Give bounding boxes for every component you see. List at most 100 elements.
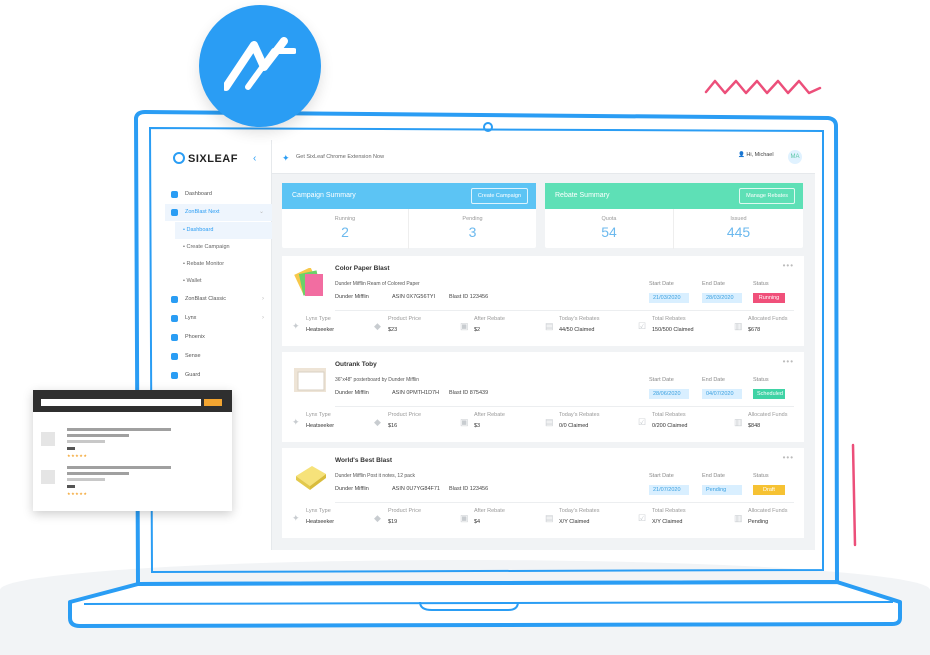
blast-card[interactable]: Outrank Toby 36"x48" posterboard by Dund…	[282, 352, 804, 442]
placeholder-line	[67, 447, 75, 450]
metric-value: $4	[474, 519, 481, 525]
metric-label: Today's Rebates	[559, 412, 600, 418]
metric-todays-rebates: ▤ Today's Rebates 44/50 Claimed	[545, 316, 630, 338]
more-options-icon[interactable]: •••	[783, 357, 794, 366]
metric-value: $23	[388, 327, 398, 333]
end-date-label: End Date	[702, 377, 725, 383]
bank-icon: ▥	[734, 417, 743, 427]
start-date-label: Start Date	[649, 377, 674, 383]
zonblast-icon	[171, 296, 178, 303]
metric-value: 0/0 Claimed	[559, 423, 589, 429]
tag-icon: ◆	[374, 513, 381, 523]
metric-value: 0/200 Claimed	[652, 423, 688, 429]
blast-description: Dunder Mifflin Post it notes, 12 pack	[335, 473, 415, 479]
sub-label: Dashboard	[186, 227, 214, 233]
colored-paper-image	[294, 268, 323, 296]
sidebar-item-lynx[interactable]: Lynx ›	[165, 310, 272, 327]
placeholder-line	[67, 485, 75, 488]
metric-value: Pending	[748, 519, 769, 525]
product-thumbnail	[41, 432, 55, 446]
metric-label: Lynx Type	[306, 508, 331, 514]
register-icon: ▣	[460, 321, 469, 331]
metric-total-rebates: ☑ Total Rebates 150/500 Claimed	[638, 316, 723, 338]
sidebar-item-label: Guard	[185, 372, 201, 378]
metric-label: After Rebate	[474, 412, 505, 418]
blast-id: Blast ID 123456	[449, 294, 489, 300]
sidebar-item-zonblast-classic[interactable]: ZonBlast Classic ›	[165, 291, 272, 308]
metric-label: Product Price	[388, 508, 422, 514]
sidebar-item-label: Phoenix	[185, 334, 205, 340]
start-date-label: Start Date	[649, 473, 674, 479]
sidebar-subitem-create-campaign[interactable]: • Create Campaign	[175, 239, 272, 256]
blast-asin: ASIN 0PMTH1D7H	[392, 390, 440, 396]
blast-card[interactable]: Color Paper Blast Dunder Mifflin Ream of…	[282, 256, 804, 346]
metric-value: $678	[748, 327, 761, 333]
sidebar-item-zonblast-next[interactable]: ZonBlast Next ⌄	[165, 204, 272, 221]
sticky-notes-image	[296, 466, 326, 490]
brand-logo[interactable]: SIXLEAF	[173, 152, 238, 165]
sidebar-subitem-wallet[interactable]: • Wallet	[175, 273, 272, 290]
sidebar-item-label: Dashboard	[185, 191, 212, 197]
placeholder-line	[67, 434, 129, 437]
end-date-value: Pending	[702, 485, 742, 495]
issued-stat: Issued 445	[674, 209, 803, 249]
chrome-extension-icon[interactable]: ✦	[282, 153, 290, 164]
metric-label: Total Rebates	[652, 508, 686, 514]
user-greeting[interactable]: 👤 Hi, Michael	[738, 152, 774, 158]
sidebar-item-sense[interactable]: Sense	[165, 348, 272, 365]
quota-label: Quota	[601, 216, 617, 222]
avatar[interactable]: MA	[788, 150, 802, 164]
blast-card[interactable]: World's Best Blast Dunder Mifflin Post i…	[282, 448, 804, 538]
metric-total-rebates: ☑ Total Rebates X/Y Claimed	[638, 508, 723, 530]
end-date-label: End Date	[702, 281, 725, 287]
blast-title[interactable]: Outrank Toby	[335, 361, 377, 368]
more-options-icon[interactable]: •••	[783, 453, 794, 462]
metric-after-rebate: ▣ After Rebate $3	[460, 412, 545, 434]
checkbox-icon: ☑	[638, 417, 647, 427]
metric-product-price: ◆ Product Price $19	[374, 508, 459, 530]
user-icon: 👤	[738, 152, 745, 158]
extension-link[interactable]: Get SixLeaf Chrome Extension Now	[296, 154, 384, 160]
tag-icon: ◆	[374, 417, 381, 427]
metric-value: Heatseeker	[306, 519, 335, 525]
metric-product-price: ◆ Product Price $23	[374, 316, 459, 338]
metric-after-rebate: ▣ After Rebate $2	[460, 316, 545, 338]
phoenix-icon	[171, 334, 178, 341]
sidebar-subitem-dashboard[interactable]: • Dashboard	[175, 222, 272, 239]
blast-brand: Dunder Mifflin	[335, 486, 369, 492]
metric-value: X/Y Claimed	[652, 519, 683, 525]
metric-value: Heatseeker	[306, 327, 335, 333]
leaf-icon	[173, 152, 185, 164]
sidebar-item-dashboard[interactable]: Dashboard	[165, 186, 272, 203]
metric-after-rebate: ▣ After Rebate $4	[460, 508, 545, 530]
metric-label: Allocated Funds	[748, 316, 788, 322]
collapse-sidebar-icon[interactable]: ‹	[253, 153, 256, 164]
pending-stat: Pending 3	[409, 209, 536, 249]
metric-label: Today's Rebates	[559, 316, 600, 322]
shield-icon	[171, 372, 178, 379]
user-name: Hi, Michael	[746, 152, 774, 158]
placeholder-line	[67, 472, 129, 475]
blast-asin: ASIN 0X7G56TYI	[392, 294, 436, 300]
metric-value: $2	[474, 327, 481, 333]
lynx-icon: ✦	[292, 417, 300, 427]
placeholder-line	[67, 428, 171, 431]
manage-rebates-button[interactable]: Manage Rebates	[739, 188, 795, 204]
blast-title[interactable]: World's Best Blast	[335, 457, 392, 464]
sidebar-item-phoenix[interactable]: Phoenix	[165, 329, 272, 346]
list-icon: ▤	[545, 417, 554, 427]
checkbox-icon: ☑	[638, 513, 647, 523]
metric-label: Lynx Type	[306, 316, 331, 322]
search-input-mock	[41, 399, 201, 406]
more-options-icon[interactable]: •••	[783, 261, 794, 270]
metric-lynx-type: ✦ Lynx Type Heatseeker	[292, 508, 377, 530]
quota-value: 54	[601, 224, 617, 240]
blast-title[interactable]: Color Paper Blast	[335, 265, 390, 272]
create-campaign-button[interactable]: Create Campaign	[470, 188, 528, 204]
pending-value: 3	[468, 224, 477, 240]
sidebar-subitem-rebate-monitor[interactable]: • Rebate Monitor	[175, 256, 272, 273]
layers-icon	[171, 191, 178, 198]
metric-product-price: ◆ Product Price $16	[374, 412, 459, 434]
sidebar-item-guard[interactable]: Guard	[165, 367, 272, 384]
blast-id: Blast ID 123456	[449, 486, 489, 492]
